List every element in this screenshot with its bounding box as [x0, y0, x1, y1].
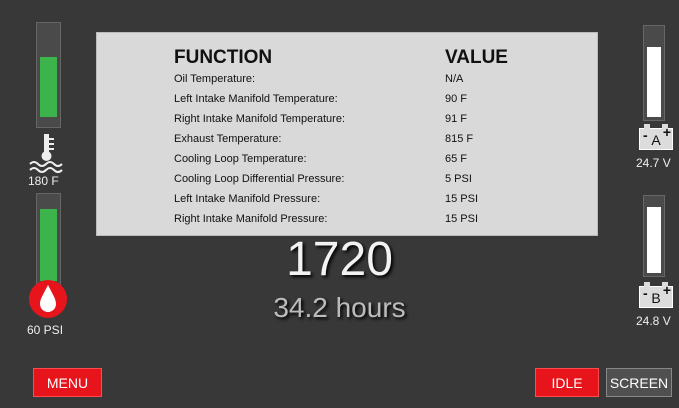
temperature-label: 180 F	[28, 174, 59, 188]
battery-plus: +	[662, 282, 671, 298]
battery-b-gauge-fill	[647, 207, 661, 273]
function-value: 5 PSI	[445, 173, 472, 185]
idle-button[interactable]: IDLE	[535, 368, 599, 397]
battery-a-gauge-fill	[647, 47, 661, 117]
function-value: 91 F	[445, 113, 468, 125]
function-value: 65 F	[445, 153, 468, 165]
value-header: VALUE	[445, 47, 508, 68]
rpm-readout: 1720	[286, 233, 393, 286]
battery-b-gauge	[643, 195, 665, 277]
function-value: N/A	[445, 73, 464, 85]
function-value-panel: FUNCTION VALUE Oil Temperature: N/A Left…	[96, 32, 598, 236]
screen-button[interactable]: SCREEN	[606, 368, 672, 397]
temperature-gauge-fill	[40, 57, 57, 117]
battery-a-icon: - A +	[639, 124, 673, 150]
battery-b-voltage: 24.8 V	[636, 314, 671, 328]
function-name: Left Intake Manifold Pressure:	[174, 193, 321, 205]
function-name: Oil Temperature:	[174, 73, 256, 85]
menu-button[interactable]: MENU	[33, 368, 102, 397]
function-value: 15 PSI	[445, 213, 479, 225]
function-header: FUNCTION	[174, 47, 273, 68]
function-name: Right Intake Manifold Pressure:	[174, 213, 328, 225]
coolant-temperature-icon	[29, 134, 63, 173]
battery-a-gauge	[643, 25, 665, 121]
function-name: Cooling Loop Differential Pressure:	[174, 173, 345, 185]
engine-hours-readout: 34.2 hours	[273, 292, 406, 323]
function-name: Right Intake Manifold Temperature:	[174, 113, 345, 125]
temperature-gauge	[36, 22, 61, 128]
function-name: Left Intake Manifold Temperature:	[174, 93, 338, 105]
function-value: 815 F	[445, 133, 474, 145]
battery-b-icon: - B +	[639, 282, 673, 308]
function-name: Exhaust Temperature:	[174, 133, 282, 145]
function-name: Cooling Loop Temperature:	[174, 153, 307, 165]
battery-plus: +	[662, 124, 671, 140]
function-value: 15 PSI	[445, 193, 479, 205]
pressure-label: 60 PSI	[27, 323, 64, 337]
engine-monitor-screen: 180 F 60 PSI FUNCTION VALUE Oil Temperat…	[0, 0, 679, 408]
function-value: 90 F	[445, 93, 468, 105]
battery-a-voltage: 24.7 V	[636, 156, 671, 170]
